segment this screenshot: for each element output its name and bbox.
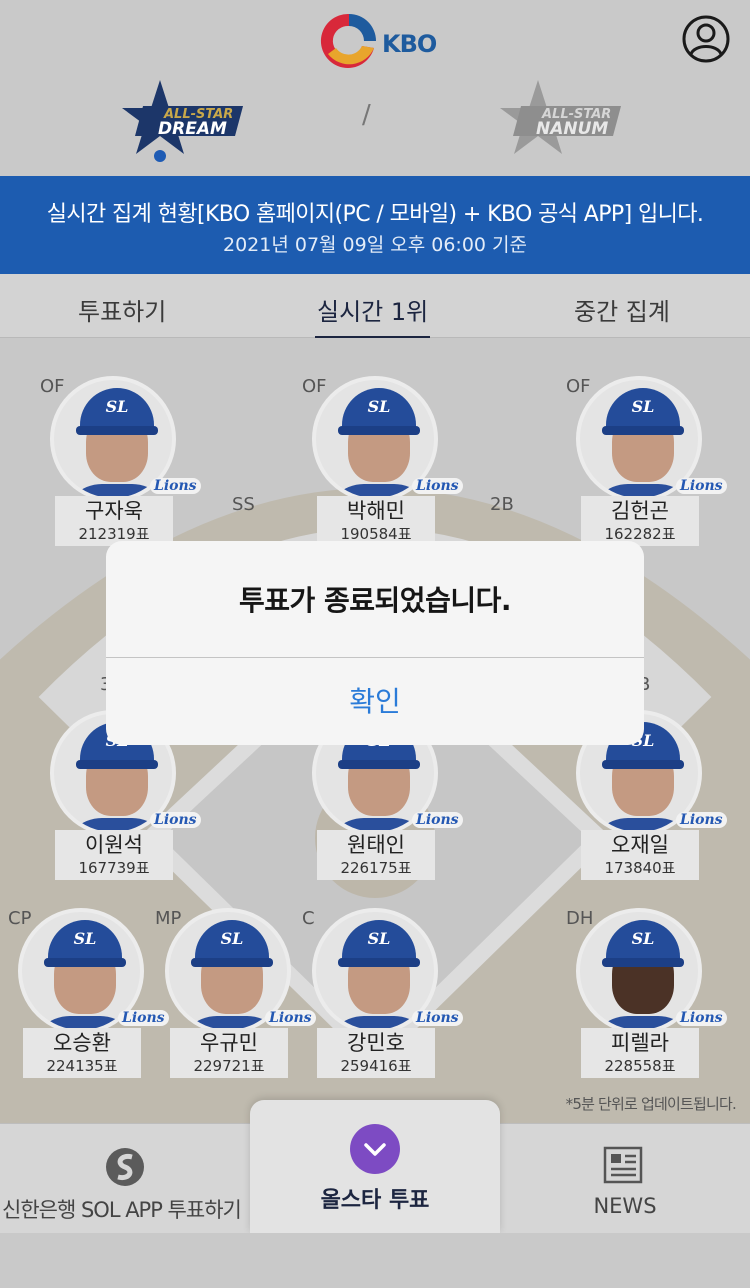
lions-badge: Lions — [412, 1010, 463, 1026]
update-note: *5분 단위로 업데이트됩니다. — [565, 1095, 737, 1113]
bottom-strip — [0, 1233, 750, 1288]
lions-badge: Lions — [676, 1010, 727, 1026]
player-name: 우규민 — [200, 1031, 258, 1055]
player-name: 오재일 — [611, 833, 669, 857]
lions-badge: Lions — [150, 478, 201, 494]
nanum-label: NANUM — [536, 119, 608, 139]
lions-badge: Lions — [412, 812, 463, 828]
player-name: 강민호 — [347, 1031, 405, 1055]
player-nameplate: 우규민 229721표 — [170, 1028, 288, 1078]
lions-badge: Lions — [118, 1010, 169, 1026]
player-nameplate: 원태인 226175표 — [317, 830, 435, 880]
player-nameplate: 오승환 224135표 — [23, 1028, 141, 1078]
position-label: SS — [232, 494, 255, 515]
player-votes: 259416표 — [340, 1057, 412, 1075]
lions-badge: Lions — [412, 478, 463, 494]
player-votes: 173840표 — [604, 859, 676, 877]
nav-allstar-vote[interactable]: 올스타 투표 — [250, 1100, 500, 1233]
lions-badge: Lions — [676, 478, 727, 494]
player-name: 오승환 — [53, 1031, 111, 1055]
player-nameplate: 김헌곤 162282표 — [581, 496, 699, 546]
tab-interim-count[interactable]: 중간 집계 — [574, 292, 670, 327]
chevron-down-icon — [364, 1143, 386, 1156]
kbo-logo[interactable]: KBO — [316, 8, 446, 74]
dialog-message: 투표가 종료되었습니다. — [239, 584, 512, 617]
player-name: 원태인 — [347, 833, 405, 857]
player-votes: 226175표 — [340, 859, 412, 877]
tab-vote[interactable]: 투표하기 — [78, 292, 166, 327]
nav-news-label: NEWS — [593, 1194, 657, 1218]
kbo-emblem-icon — [320, 13, 376, 68]
player-votes: 224135표 — [46, 1057, 118, 1075]
team-dream-tab[interactable]: ALL-STAR DREAM — [122, 80, 252, 166]
banner-timestamp: 2021년 07월 09일 오후 06:00 기준 — [222, 234, 528, 256]
player-votes: 228558표 — [604, 1057, 676, 1075]
alert-dialog: 투표가 종료되었습니다. 확인 — [106, 541, 644, 745]
position-label: C — [302, 908, 315, 929]
player-nameplate: 피렐라 228558표 — [581, 1028, 699, 1078]
player-name: 박해민 — [347, 499, 405, 523]
profile-button[interactable] — [681, 14, 731, 64]
player-nameplate: 박해민 190584표 — [317, 496, 435, 546]
dream-star-icon: ALL-STAR DREAM — [122, 80, 244, 162]
lions-badge: Lions — [265, 1010, 316, 1026]
player-name: 피렐라 — [611, 1031, 669, 1055]
lions-badge: Lions — [676, 812, 727, 828]
news-icon — [603, 1146, 643, 1184]
position-label: 2B — [490, 494, 514, 515]
position-label: CP — [8, 908, 32, 929]
position-label: OF — [566, 376, 591, 397]
tab-bar: 투표하기 실시간 1위 중간 집계 — [0, 274, 750, 339]
team-nanum-tab[interactable]: ALL-STAR NANUM — [500, 80, 630, 166]
player-name: 이원석 — [85, 833, 143, 857]
dream-label: DREAM — [158, 119, 227, 139]
lions-badge: Lions — [150, 812, 201, 828]
position-label: MP — [155, 908, 182, 929]
header: KBO ALL-STAR DREAM / ALL-STAR NANUM — [0, 0, 750, 176]
banner-title: 실시간 집계 현황[KBO 홈페이지(PC / 모바일) + KBO 공식 AP… — [46, 202, 704, 227]
profile-icon — [682, 15, 730, 63]
player-nameplate: 강민호 259416표 — [317, 1028, 435, 1078]
player-name: 구자욱 — [85, 499, 143, 523]
player-votes: 229721표 — [193, 1057, 265, 1075]
allstar-toggle-button[interactable] — [350, 1124, 400, 1174]
logo-text: KBO — [382, 30, 437, 58]
status-banner: 실시간 집계 현황[KBO 홈페이지(PC / 모바일) + KBO 공식 AP… — [0, 176, 750, 274]
sol-icon — [106, 1148, 144, 1186]
nanum-star-icon: ALL-STAR NANUM — [500, 80, 622, 154]
nav-sol-label: 신한은행 SOL APP 투표하기 — [2, 1198, 242, 1222]
player-nameplate: 구자욱 212319표 — [55, 496, 173, 546]
player-name: 김헌곤 — [611, 499, 669, 523]
position-label: OF — [302, 376, 327, 397]
position-label: DH — [566, 908, 594, 929]
player-nameplate: 이원석 167739표 — [55, 830, 173, 880]
confirm-button[interactable]: 확인 — [106, 658, 644, 745]
player-nameplate: 오재일 173840표 — [581, 830, 699, 880]
player-votes: 167739표 — [78, 859, 150, 877]
position-label: OF — [40, 376, 65, 397]
nav-allstar-label: 올스타 투표 — [320, 1188, 430, 1213]
tab-realtime-first[interactable]: 실시간 1위 — [314, 292, 431, 339]
team-separator: / — [362, 100, 371, 130]
